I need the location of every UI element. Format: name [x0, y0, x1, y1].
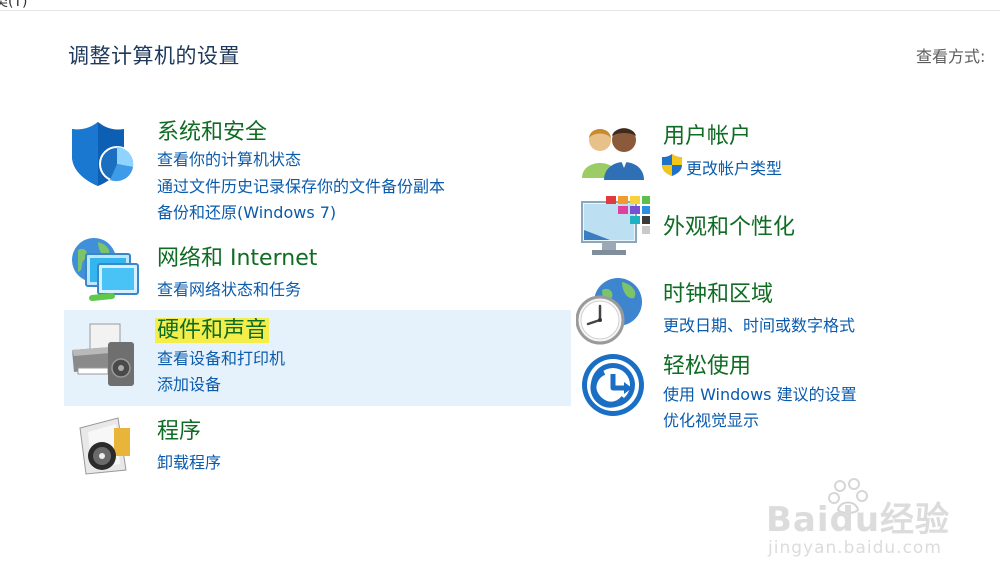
category-title-ease-of-access[interactable]: 轻松使用 [663, 348, 751, 380]
clock-globe-icon[interactable] [576, 276, 646, 346]
category-title-appearance-personalization[interactable]: 外观和个性化 [663, 209, 795, 241]
link-view-network-status[interactable]: 查看网络状态和任务 [157, 276, 301, 300]
watermark-sub: jingyan.baidu.com [768, 538, 942, 558]
watermark-main: Baidu经验 [766, 500, 951, 540]
link-change-date-time-format[interactable]: 更改日期、时间或数字格式 [663, 312, 855, 336]
link-backup-restore[interactable]: 备份和还原(Windows 7) [157, 199, 336, 223]
link-uninstall-program[interactable]: 卸载程序 [157, 449, 221, 473]
link-optimize-visual-display[interactable]: 优化视觉显示 [663, 407, 759, 431]
category-title-network-internet[interactable]: 网络和 Internet [157, 240, 317, 272]
hover-highlight [64, 310, 571, 406]
link-view-devices-printers[interactable]: 查看设备和打印机 [157, 345, 285, 369]
link-add-device[interactable]: 添加设备 [157, 371, 221, 395]
baidu-watermark: Baidu经验 jingyan.baidu.com [766, 478, 956, 568]
monitor-palette-icon[interactable] [580, 194, 650, 260]
users-icon[interactable] [580, 124, 646, 180]
category-title-programs[interactable]: 程序 [157, 413, 201, 445]
printer-speaker-icon[interactable] [68, 322, 140, 388]
programs-disc-icon[interactable] [78, 414, 134, 476]
uac-shield-icon [662, 154, 682, 176]
category-title-clock-region[interactable]: 时钟和区域 [663, 276, 773, 308]
category-title-user-accounts[interactable]: 用户帐户 [663, 118, 751, 150]
category-title-system-security[interactable]: 系统和安全 [157, 114, 267, 146]
highlighted-title: 硬件和声音 [155, 318, 270, 343]
view-category-label[interactable]: 类(T) [0, 0, 27, 10]
network-globe-icon[interactable] [68, 236, 140, 306]
ease-of-access-icon[interactable] [580, 352, 646, 418]
view-by-label: 查看方式: [916, 47, 986, 66]
link-view-computer-status[interactable]: 查看你的计算机状态 [157, 146, 301, 170]
link-file-history-backup[interactable]: 通过文件历史记录保存你的文件备份副本 [157, 173, 445, 197]
category-title-hardware-sound[interactable]: 硬件和声音 [155, 312, 270, 344]
link-change-account-type[interactable]: 更改帐户类型 [686, 155, 782, 179]
shield-icon[interactable] [70, 120, 138, 186]
link-use-recommended-settings[interactable]: 使用 Windows 建议的设置 [663, 381, 857, 405]
page-title: 调整计算机的设置 [68, 44, 240, 68]
top-bar: 类(T) [0, 0, 1000, 11]
